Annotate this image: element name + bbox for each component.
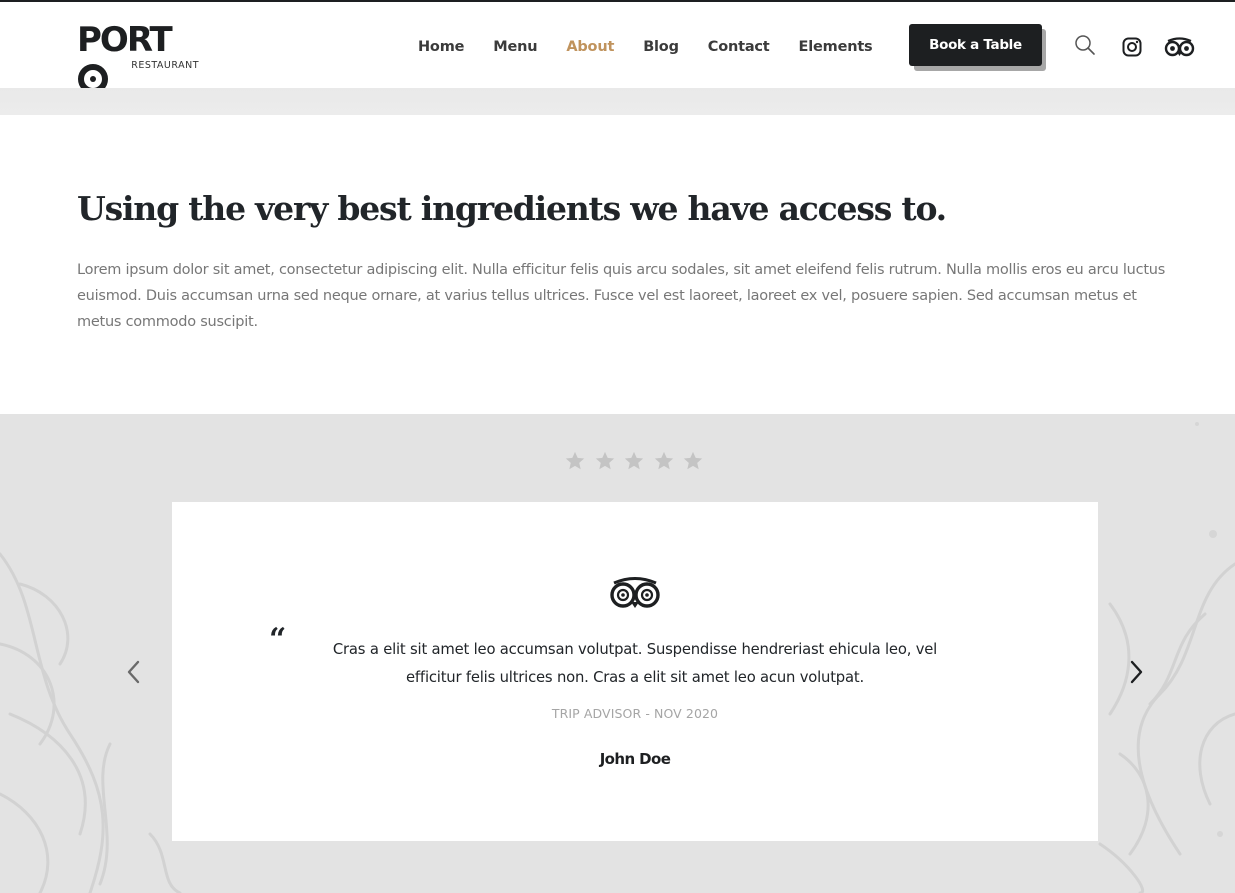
star-icon (624, 451, 644, 470)
carousel-prev-button[interactable] (121, 657, 145, 687)
brand-logo[interactable]: PORT RESTAURANT (77, 20, 201, 94)
instagram-icon[interactable] (1120, 35, 1144, 59)
testimonial-card: “ Cras a elit sit amet leo accumsan volu… (172, 502, 1098, 841)
testimonial-author: John Doe (599, 750, 671, 768)
testimonial-source: TRIP ADVISOR - NOV 2020 (551, 706, 719, 721)
carousel-next-button[interactable] (1125, 657, 1149, 687)
site-header: PORT RESTAURANT Home Menu About Blog Con… (0, 2, 1235, 94)
rating-stars (564, 450, 712, 472)
testimonial-quote: Cras a elit sit amet leo accumsan volutp… (332, 641, 938, 686)
star-icon (595, 451, 614, 470)
nav-menu[interactable]: Menu (493, 39, 537, 55)
testimonial-section: “ Cras a elit sit amet leo accumsan volu… (0, 414, 1235, 893)
nav-blog[interactable]: Blog (643, 39, 679, 55)
intro-paragraph: Lorem ipsum dolor sit amet, consectetur … (77, 262, 1166, 330)
search-icon[interactable] (1073, 33, 1097, 57)
nav-contact[interactable]: Contact (708, 39, 770, 55)
intro-heading: Using the very best ingredients we have … (77, 189, 947, 228)
brand-tagline: RESTAURANT (131, 60, 199, 71)
tripadvisor-owl-icon (610, 577, 660, 608)
star-icon (565, 451, 585, 470)
tripadvisor-icon[interactable] (1163, 36, 1195, 58)
star-icon (683, 451, 703, 470)
nav-about[interactable]: About (566, 39, 614, 55)
star-icon (654, 451, 673, 470)
chevron-left-icon (127, 660, 140, 684)
nav-home[interactable]: Home (418, 39, 464, 55)
nav-elements[interactable]: Elements (799, 39, 873, 55)
book-table-wrapper: Book a Table (909, 24, 1046, 71)
page-header-band (0, 88, 1235, 115)
main-nav: Home Menu About Blog Contact Elements (418, 35, 901, 59)
book-table-button[interactable]: Book a Table (909, 24, 1042, 66)
chevron-right-icon (1130, 660, 1143, 684)
quote-mark-icon: “ (269, 622, 287, 657)
